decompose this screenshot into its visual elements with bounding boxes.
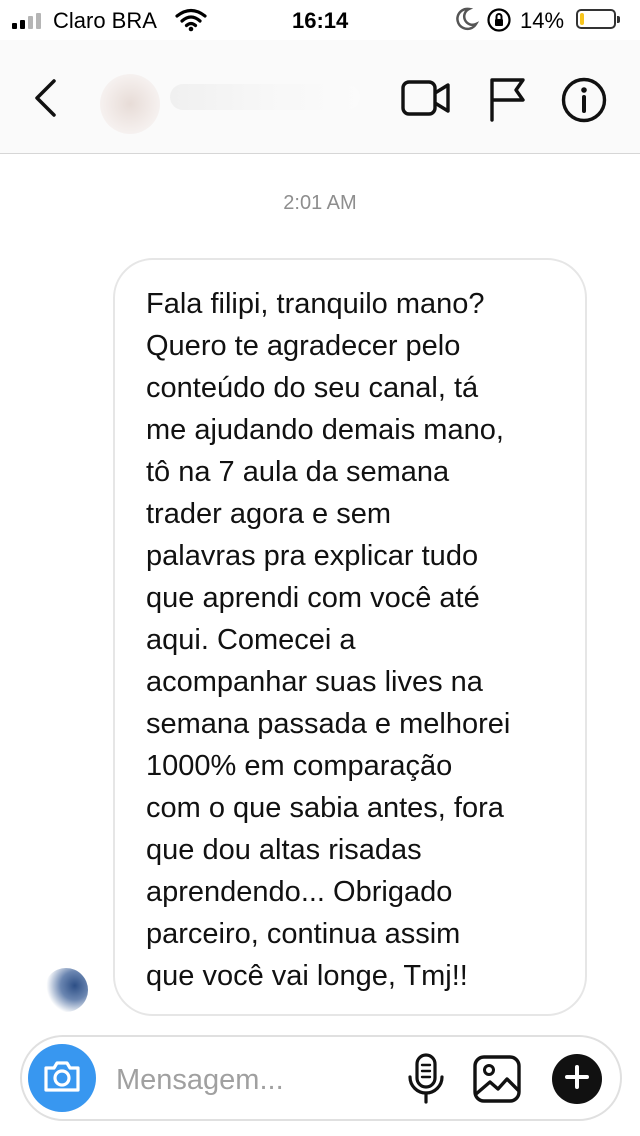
add-button[interactable] — [552, 1054, 602, 1104]
signal-bar — [28, 16, 33, 29]
contact-avatar[interactable] — [100, 74, 160, 134]
status-bar: Claro BRA 16:14 14% — [0, 0, 640, 40]
status-time: 16:14 — [292, 8, 349, 33]
plus-icon — [565, 1064, 589, 1094]
video-call-icon[interactable] — [400, 76, 452, 125]
info-icon[interactable] — [560, 76, 608, 129]
message-composer — [20, 1035, 622, 1121]
camera-icon — [42, 1059, 82, 1098]
signal-icon — [12, 12, 41, 29]
moon-icon — [455, 6, 480, 38]
battery-icon — [576, 9, 620, 29]
message-text: Fala filipi, tranquilo mano? Quero te ag… — [146, 288, 511, 992]
camera-button[interactable] — [28, 1044, 96, 1112]
conversation-header — [0, 40, 640, 154]
microphone-icon[interactable] — [407, 1053, 445, 1110]
contact-name[interactable] — [170, 84, 360, 110]
signal-bar — [12, 23, 17, 29]
gallery-icon[interactable] — [472, 1054, 522, 1109]
direct-message-screen: Claro BRA 16:14 14% 2:01 AM Fala filipi,… — [0, 0, 640, 1136]
signal-bar — [20, 19, 25, 29]
orientation-lock-icon — [486, 7, 512, 39]
message-input[interactable] — [114, 1057, 398, 1103]
wifi-icon — [175, 8, 207, 38]
sender-avatar[interactable] — [44, 968, 88, 1012]
message-timestamp: 2:01 AM — [283, 192, 357, 214]
carrier-name: Claro BRA — [53, 8, 157, 33]
flag-icon[interactable] — [488, 76, 528, 127]
battery-level-fill — [580, 13, 584, 25]
signal-bar — [36, 12, 41, 29]
back-chevron-icon[interactable] — [30, 78, 60, 123]
received-message-bubble[interactable]: Fala filipi, tranquilo mano? Quero te ag… — [113, 258, 587, 1016]
battery-percent: 14% — [520, 8, 565, 33]
